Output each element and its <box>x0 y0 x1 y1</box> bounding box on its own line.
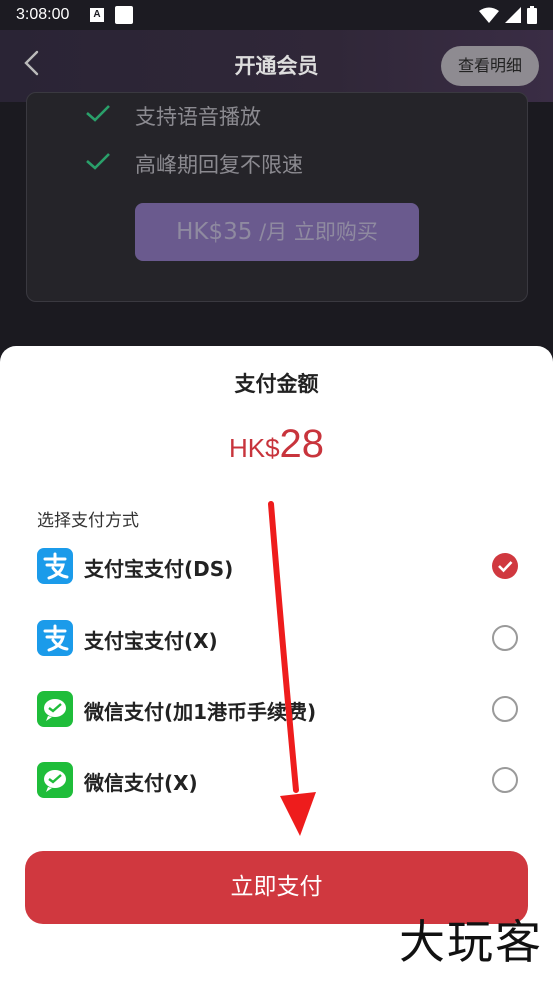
status-icons <box>479 6 537 24</box>
sheet-title: 支付金额 <box>234 372 319 396</box>
buy-now-button[interactable]: HK$35 /月 立即购买 <box>135 203 419 261</box>
payment-method-wechat-x[interactable]: 微信支付(X) <box>37 758 527 802</box>
payment-method-label: 微信支付(X) <box>84 771 198 795</box>
payment-method-alipay-ds[interactable]: 支付宝支付(DS) <box>37 544 527 588</box>
currency-label: HK$ <box>228 433 280 463</box>
notification-square-icon <box>115 6 133 24</box>
status-bar: 3:08:00 A <box>0 0 553 30</box>
membership-card: 支持语音播放 高峰期回复不限速 HK$35 /月 立即购买 <box>26 92 528 302</box>
payment-method-label: 选择支付方式 <box>37 511 139 531</box>
signal-icon <box>505 7 521 23</box>
feature-label: 支持语音播放 <box>135 105 261 129</box>
radio-unselected-icon[interactable] <box>492 767 518 793</box>
buy-price: HK$35 <box>176 219 253 245</box>
battery-icon <box>527 6 537 24</box>
wechat-pay-icon <box>37 691 73 727</box>
check-icon <box>86 153 110 170</box>
payment-method-label: 支付宝支付(X) <box>84 629 218 653</box>
amount-value: 28 <box>279 422 325 466</box>
alipay-icon <box>37 548 73 584</box>
feature-item: 支持语音播放 <box>86 101 261 131</box>
payment-method-label: 支付宝支付(DS) <box>84 557 234 581</box>
payment-method-wechat-fee[interactable]: 微信支付(加1港币手续费) <box>37 687 527 731</box>
radio-unselected-icon[interactable] <box>492 625 518 651</box>
payment-sheet: 支付金额 HK$28 选择支付方式 支付宝支付(DS) 支付宝支付(X) 微信支… <box>0 346 553 984</box>
alipay-icon <box>37 620 73 656</box>
radio-unselected-icon[interactable] <box>492 696 518 722</box>
watermark-logo: 大玩客 <box>399 915 543 969</box>
radio-selected-icon[interactable] <box>492 553 518 579</box>
payment-amount: HK$28 <box>0 422 553 467</box>
view-details-button[interactable]: 查看明细 <box>441 46 539 86</box>
payment-method-alipay-x[interactable]: 支付宝支付(X) <box>37 616 527 660</box>
accessibility-notification-icon: A <box>90 8 104 22</box>
status-time: 3:08:00 <box>16 6 70 23</box>
feature-label: 高峰期回复不限速 <box>135 153 303 177</box>
payment-method-label: 微信支付(加1港币手续费) <box>84 700 317 724</box>
wechat-pay-icon <box>37 762 73 798</box>
check-icon <box>86 105 110 122</box>
membership-page-background: 支持语音播放 高峰期回复不限速 HK$35 /月 立即购买 <box>0 92 553 362</box>
buy-suffix: /月 立即购买 <box>259 220 378 244</box>
feature-item: 高峰期回复不限速 <box>86 149 303 179</box>
wifi-icon <box>479 7 499 23</box>
